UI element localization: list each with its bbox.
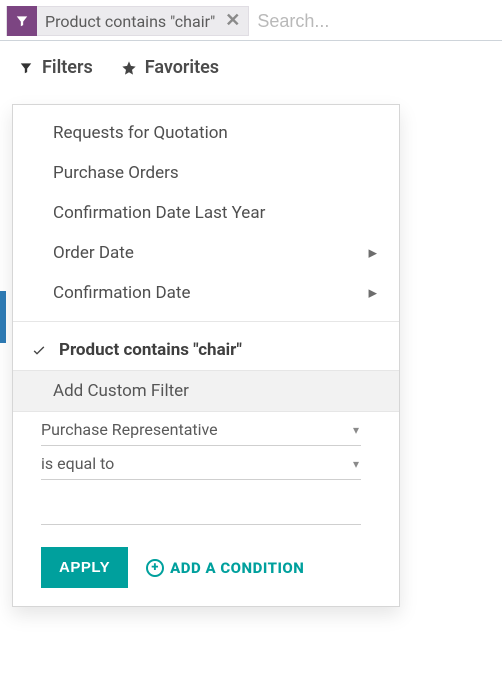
operator-select[interactable]: is equal to ▾	[41, 446, 361, 480]
filters-dropdown: Requests for Quotation Purchase Orders Con…	[12, 104, 400, 607]
plus-circle-icon: +	[146, 559, 164, 577]
filter-option[interactable]: Purchase Orders	[13, 153, 399, 193]
filter-option[interactable]: Requests for Quotation	[13, 113, 399, 153]
chevron-down-icon: ▾	[353, 423, 359, 437]
filter-value-input[interactable]	[41, 494, 361, 525]
funnel-icon	[7, 6, 37, 36]
custom-filter-actions: APPLY + ADD A CONDITION	[13, 525, 399, 588]
funnel-icon	[18, 60, 34, 76]
filter-option[interactable]: Confirmation Date Last Year	[13, 193, 399, 233]
add-custom-filter-header[interactable]: Add Custom Filter	[13, 370, 399, 412]
field-select[interactable]: Purchase Representative ▾	[41, 412, 361, 446]
favorites-button[interactable]: Favorites	[121, 57, 219, 78]
filter-chip-label: Product contains "chair"	[45, 12, 215, 31]
divider	[13, 321, 399, 322]
chevron-right-icon: ▸	[368, 283, 377, 303]
field-select-value: Purchase Representative	[41, 420, 218, 439]
filter-option-label: Confirmation Date	[53, 283, 190, 303]
search-input[interactable]	[255, 7, 496, 36]
filter-option[interactable]: Confirmation Date ▸	[13, 273, 399, 313]
add-condition-button[interactable]: + ADD A CONDITION	[146, 559, 304, 577]
close-icon[interactable]: ✕	[223, 12, 242, 30]
filters-label: Filters	[42, 57, 93, 78]
selection-accent	[0, 291, 6, 343]
chevron-down-icon: ▾	[353, 457, 359, 471]
add-condition-label: ADD A CONDITION	[170, 559, 304, 577]
add-custom-filter-label: Add Custom Filter	[53, 381, 189, 401]
favorites-label: Favorites	[145, 57, 219, 78]
filter-chip[interactable]: Product contains "chair" ✕	[6, 6, 249, 36]
filter-option[interactable]: Order Date ▸	[13, 233, 399, 273]
operator-select-value: is equal to	[41, 454, 114, 473]
filter-option-label: Confirmation Date Last Year	[53, 203, 265, 223]
active-filter-row[interactable]: Product contains "chair"	[13, 330, 399, 370]
search-toolbar: Filters Favorites	[0, 41, 502, 86]
filters-button[interactable]: Filters	[18, 57, 93, 78]
check-icon	[31, 342, 49, 358]
star-icon	[121, 60, 137, 76]
apply-label: APPLY	[59, 559, 110, 576]
filter-option-label: Order Date	[53, 243, 134, 263]
chevron-right-icon: ▸	[368, 243, 377, 263]
filter-option-label: Requests for Quotation	[53, 123, 228, 143]
search-bar: Product contains "chair" ✕	[0, 0, 502, 41]
active-filter-label: Product contains "chair"	[59, 340, 242, 360]
apply-button[interactable]: APPLY	[41, 547, 128, 588]
filter-option-label: Purchase Orders	[53, 163, 179, 183]
